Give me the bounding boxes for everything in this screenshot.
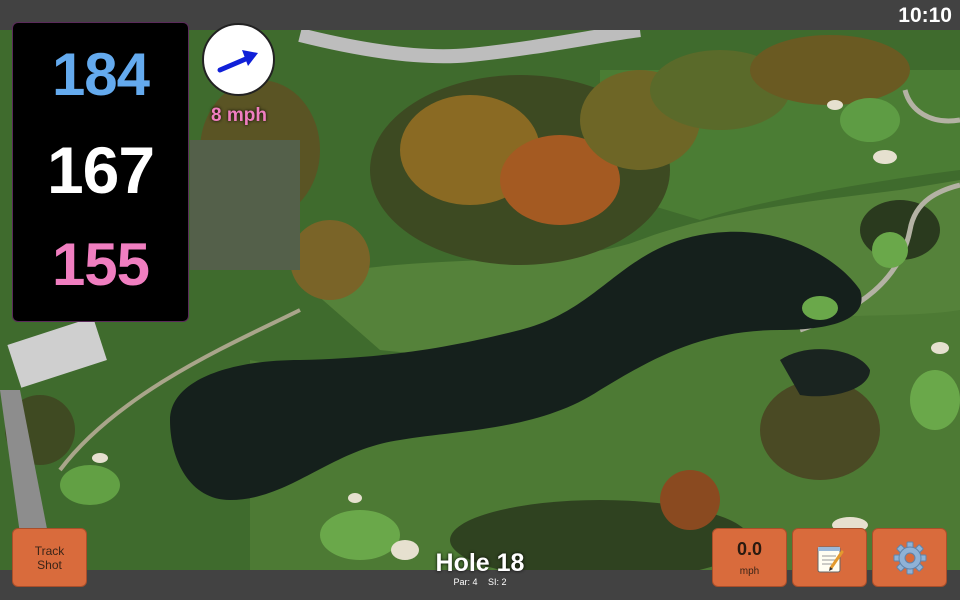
hole-meta: Par: 4 SI: 2 xyxy=(380,577,580,587)
distance-middle: 167 xyxy=(46,133,155,207)
speed-unit: mph xyxy=(739,565,760,577)
speed-value: 0.0 xyxy=(736,538,763,559)
track-shot-label-line2: Shot xyxy=(37,557,62,572)
notes-button[interactable] xyxy=(792,528,867,587)
wind-speed: 8 mph xyxy=(211,105,267,126)
hole-title: Hole 18 xyxy=(435,549,525,577)
hole-stroke-index: SI: 2 xyxy=(488,577,507,587)
speed-button[interactable]: 0.0 mph xyxy=(712,528,787,587)
wind-indicator[interactable] xyxy=(202,23,275,96)
status-clock: 10:10 xyxy=(898,4,952,27)
arrow-northeast-icon xyxy=(217,49,258,72)
settings-button[interactable] xyxy=(872,528,947,587)
track-shot-label-line1: Track xyxy=(34,543,65,558)
notepad-icon xyxy=(817,546,843,572)
distance-back: 184 xyxy=(51,41,150,108)
track-shot-button[interactable]: Track Shot xyxy=(12,528,87,587)
gear-icon xyxy=(893,541,926,574)
distance-panel: 184 167 155 xyxy=(12,22,189,322)
distance-front: 155 xyxy=(51,231,150,298)
hole-par: Par: 4 xyxy=(453,577,478,587)
